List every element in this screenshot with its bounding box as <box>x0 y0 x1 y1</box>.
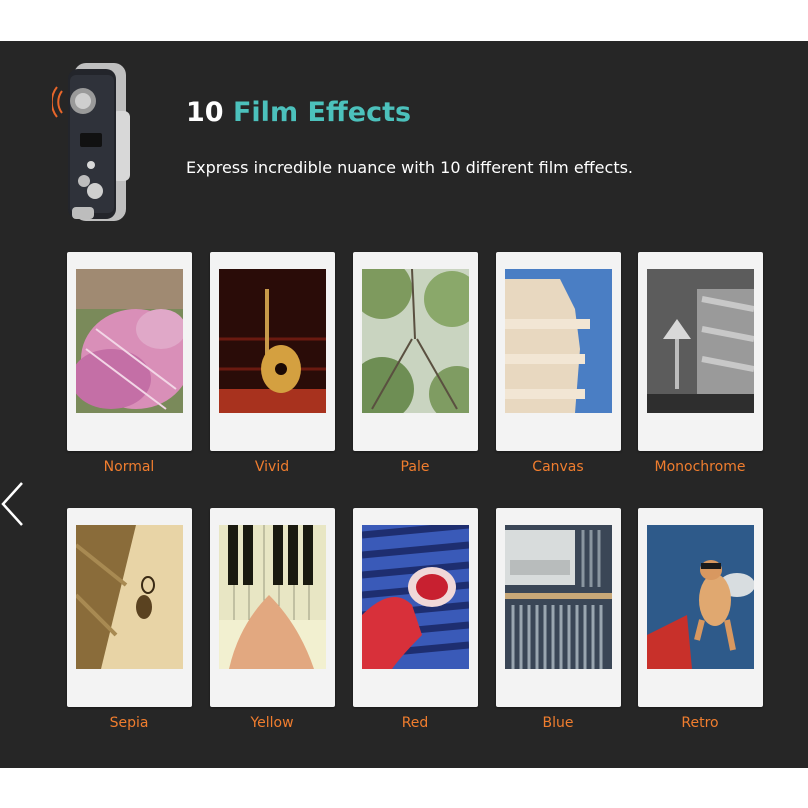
effect-card-red[interactable] <box>353 508 478 707</box>
effect-card-blue[interactable] <box>496 508 621 707</box>
effect-photo-red <box>362 525 469 669</box>
effect-photo-pale <box>362 269 469 413</box>
effect-card-canvas[interactable] <box>496 252 621 451</box>
effect-photo-monochrome <box>647 269 754 413</box>
effect-label-yellow: Yellow <box>250 715 294 731</box>
effect-label-red: Red <box>401 715 429 731</box>
effect-card-retro[interactable] <box>638 508 763 707</box>
effect-photo-retro <box>647 525 754 669</box>
effect-photo-vivid <box>219 269 326 413</box>
effect-card-yellow[interactable] <box>210 508 335 707</box>
chevron-left-icon[interactable] <box>0 481 26 527</box>
effect-photo-yellow <box>219 525 326 669</box>
effects-grid: Normal Vivid Pale Canvas Monochrome Sepi… <box>0 41 808 768</box>
effect-photo-normal <box>76 269 183 413</box>
effect-label-blue: Blue <box>542 715 574 731</box>
effect-label-sepia: Sepia <box>109 715 149 731</box>
effect-card-vivid[interactable] <box>210 252 335 451</box>
film-effects-panel: 10 Film Effects Express incredible nuanc… <box>0 41 808 768</box>
effect-photo-sepia <box>76 525 183 669</box>
effect-label-retro: Retro <box>681 715 719 731</box>
effect-label-vivid: Vivid <box>254 459 290 475</box>
effect-card-sepia[interactable] <box>67 508 192 707</box>
effect-label-pale: Pale <box>400 459 430 475</box>
effect-card-monochrome[interactable] <box>638 252 763 451</box>
effect-photo-blue <box>505 525 612 669</box>
effect-photo-canvas <box>505 269 612 413</box>
effect-card-normal[interactable] <box>67 252 192 451</box>
effect-label-normal: Normal <box>103 459 155 475</box>
effect-card-pale[interactable] <box>353 252 478 451</box>
effect-label-canvas: Canvas <box>532 459 584 475</box>
effect-label-monochrome: Monochrome <box>654 459 746 475</box>
